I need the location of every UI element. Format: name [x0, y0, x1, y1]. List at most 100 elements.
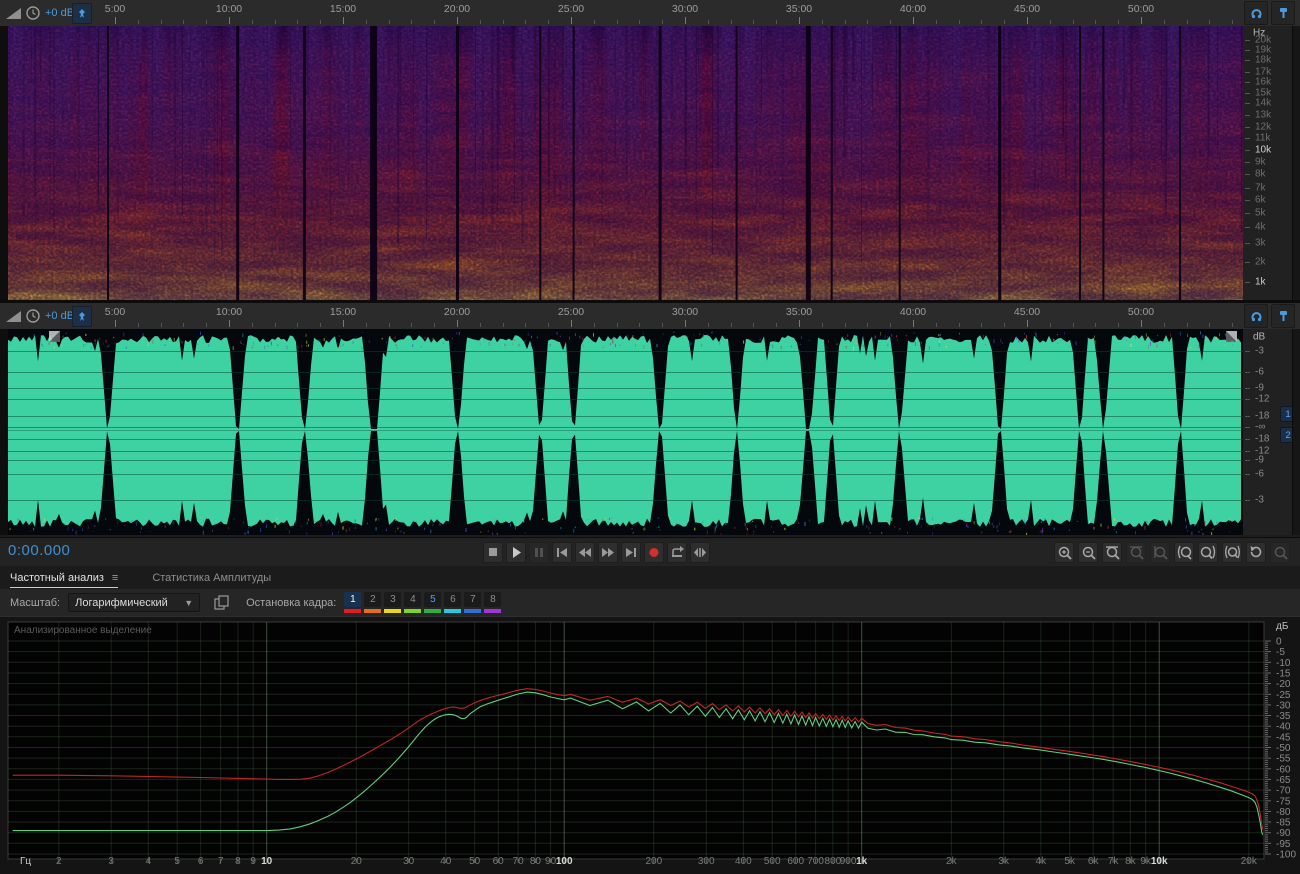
spectral-ruler-ticks[interactable]: 5:00 10:00 15:00 20:00 25:00 30:00 35:00 40:00 4…: [0, 0, 1243, 26]
ruler-tick: [593, 323, 595, 327]
tab-frequency-analysis[interactable]: Частотный анализ ≡: [0, 566, 128, 589]
freq-axis-label: 500: [764, 856, 781, 867]
ruler-tick: [958, 323, 960, 327]
pin-time-icon[interactable]: [72, 306, 92, 327]
ruler-tick: [229, 17, 230, 24]
frame-hold-7-button[interactable]: 7: [464, 591, 482, 614]
ruler-tick: [365, 323, 367, 327]
waveform-ruler-ticks[interactable]: 5:00 10:00 15:00 20:00 25:00 30:00 35:00 40:00 4…: [0, 303, 1243, 329]
spectral-scrollbar[interactable]: [1292, 26, 1300, 300]
panel-menu-icon[interactable]: ≡: [112, 572, 118, 584]
waveform-display[interactable]: [8, 329, 1243, 535]
skip-selection-button[interactable]: [690, 542, 710, 563]
loop-navigate-icon[interactable]: [1244, 1, 1268, 25]
zoom-vertical-button[interactable]: [1150, 542, 1170, 563]
freq-axis-label: 8k: [1125, 856, 1137, 867]
gain-value[interactable]: +0 dB: [45, 310, 74, 322]
frequency-scale-label: 9k: [1255, 156, 1266, 168]
frame-hold-2-button[interactable]: 2: [364, 591, 382, 614]
frequency-scale-tick: [1245, 138, 1250, 140]
zoom-last-button[interactable]: [1270, 542, 1290, 563]
zoom-in-full-button[interactable]: [1102, 542, 1122, 563]
frame-hold-label: Остановка кадра:: [246, 596, 337, 609]
rewind-button[interactable]: [575, 542, 595, 563]
ruler-tick: [251, 20, 253, 24]
ruler-tick: [844, 20, 846, 24]
ruler-tick: [548, 323, 550, 327]
clock-icon[interactable]: [26, 6, 40, 20]
db-axis-label: -60: [1276, 764, 1291, 775]
fade-out-handle[interactable]: [1226, 331, 1237, 342]
fast-forward-button[interactable]: [598, 542, 618, 563]
y-axis-unit-label: дБ: [1276, 621, 1289, 632]
spectral-left-gutter: [0, 26, 8, 300]
spectrogram-display[interactable]: [8, 26, 1243, 300]
time-display[interactable]: 0:00.000: [8, 542, 70, 559]
zoom-selection-button[interactable]: [1222, 542, 1242, 563]
zoom-in-button[interactable]: [1054, 542, 1074, 563]
frame-hold-number: 2: [364, 591, 382, 607]
waveform-timeline-ruler[interactable]: 5:00 10:00 15:00 20:00 25:00 30:00 35:00 40:00 4…: [0, 303, 1300, 330]
frequency-scale-tick: [1245, 59, 1250, 61]
record-button[interactable]: [644, 542, 664, 563]
marker-pin-icon[interactable]: [1271, 304, 1295, 328]
zoom-out-full-icon: [1129, 546, 1144, 560]
ruler-tick: [320, 323, 322, 327]
waveform-scrollbar[interactable]: [1292, 329, 1300, 535]
frame-hold-4-button[interactable]: 4: [404, 591, 422, 614]
fade-in-handle[interactable]: [49, 331, 60, 342]
skip-to-start-button[interactable]: [552, 542, 572, 563]
zoom-out-button[interactable]: [1078, 542, 1098, 563]
stop-button[interactable]: [483, 542, 503, 563]
play-button[interactable]: [506, 542, 526, 563]
ruler-tick: [457, 320, 458, 327]
db-scale-tick: [1245, 450, 1250, 452]
frame-hold-6-button[interactable]: 6: [444, 591, 462, 614]
freq-axis-label: 80: [530, 856, 542, 867]
reset-zoom-button[interactable]: [1246, 542, 1266, 563]
ruler-tick: [913, 320, 914, 327]
skip-to-end-button[interactable]: [621, 542, 641, 563]
frequency-scale-tick: [1245, 161, 1250, 163]
frequency-scale-label: 11k: [1255, 132, 1271, 144]
ruler-tick: [639, 323, 641, 327]
ruler-tick: [730, 20, 732, 24]
adobe-audition-window: { "ruler": {"meter_db": "+0 dB"}, "timel…: [0, 0, 1300, 874]
freq-axis-label: 900: [840, 856, 857, 867]
marker-pin-icon[interactable]: [1271, 1, 1295, 25]
freq-axis-label: 40: [440, 856, 452, 867]
zoom-out-full-button[interactable]: [1126, 542, 1146, 563]
clock-icon[interactable]: [26, 309, 40, 323]
ruler-tick: [1095, 323, 1097, 327]
ruler-tick: [639, 20, 641, 24]
ruler-time-label: 50:00: [1127, 3, 1155, 15]
ruler-time-label: 5:00: [104, 306, 126, 318]
ruler-tick: [1163, 323, 1165, 327]
fade-ramp-icon[interactable]: [6, 7, 21, 19]
ruler-tick: [958, 20, 960, 24]
frame-hold-number: 4: [404, 591, 422, 607]
frame-hold-3-button[interactable]: 3: [384, 591, 402, 614]
frame-hold-5-button[interactable]: 5: [424, 591, 442, 614]
fade-ramp-icon[interactable]: [6, 310, 21, 322]
scale-dropdown[interactable]: Логарифмический ▼: [68, 593, 201, 612]
gain-value[interactable]: +0 dB: [45, 7, 74, 19]
pause-button[interactable]: [529, 542, 549, 563]
frame-hold-1-button[interactable]: 1: [344, 591, 362, 614]
tab-amplitude-statistics[interactable]: Статистика Амплитуды: [142, 566, 281, 589]
ruler-time-label: 30:00: [671, 3, 699, 15]
zoom-in-point-button[interactable]: [1174, 542, 1194, 563]
ruler-tick: [867, 20, 869, 24]
ruler-tick: [707, 323, 709, 327]
copy-to-clipboard-icon[interactable]: [214, 595, 230, 610]
ruler-tick: [457, 17, 458, 24]
loop-navigate-icon[interactable]: [1244, 304, 1268, 328]
frequency-analysis-plot[interactable]: 2 3 4 5 6 7 8 9 10 20 30 40 50 60 70 80 90 100 200 300 400 50…: [0, 616, 1300, 874]
ruler-tick: [730, 323, 732, 327]
spectral-frequency-scale[interactable]: Hz 20k 19k 18k 17k 16k 15k 14k 13k 12k 11k 10k 9k 8k…: [1243, 26, 1292, 300]
spectral-timeline-ruler[interactable]: 5:00 10:00 15:00 20:00 25:00 30:00 35:00 40:00 4…: [0, 0, 1300, 27]
pin-time-icon[interactable]: [72, 3, 92, 24]
frame-hold-8-button[interactable]: 8: [484, 591, 502, 614]
zoom-out-point-button[interactable]: [1198, 542, 1218, 563]
loop-playback-button[interactable]: [667, 542, 687, 563]
